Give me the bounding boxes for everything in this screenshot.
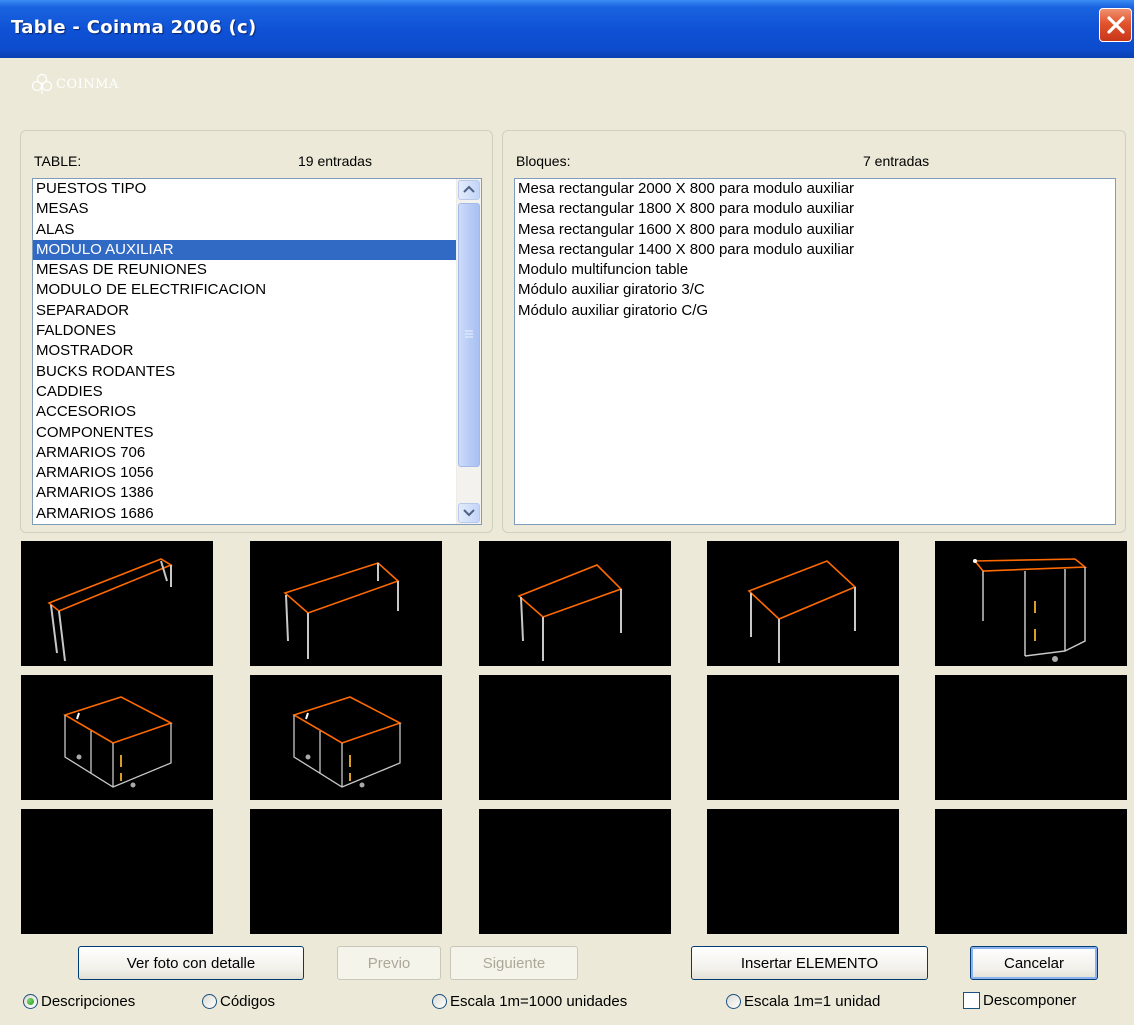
table-scrollbar[interactable] [456, 179, 481, 524]
escala-1000-label: Escala 1m=1000 unidades [450, 993, 628, 1010]
siguiente-button[interactable]: Siguiente [450, 946, 578, 980]
table-count: 19 entradas [298, 153, 372, 169]
table-list-item[interactable]: ALAS [33, 220, 457, 240]
escala-1000-radio[interactable]: Escala 1m=1000 unidades [432, 993, 627, 1010]
grip-icon [465, 330, 473, 338]
descomponer-checkbox[interactable]: Descomponer [963, 992, 1076, 1009]
bloques-list-item[interactable]: Mesa rectangular 2000 X 800 para modulo … [515, 179, 1115, 199]
table-list-item[interactable]: CADDIES [33, 382, 457, 402]
scroll-up-button[interactable] [458, 180, 480, 200]
previo-button[interactable]: Previo [337, 946, 441, 980]
preview-thumbnail[interactable] [479, 809, 671, 934]
table-list-item[interactable]: ARMARIOS 1686 [33, 504, 457, 524]
bloques-count: 7 entradas [863, 153, 930, 169]
escala-1-radio[interactable]: Escala 1m=1 unidad [726, 993, 880, 1010]
close-button[interactable] [1099, 8, 1132, 42]
furniture-drawing [63, 696, 174, 788]
checkbox-unchecked-icon [963, 992, 980, 1009]
descomponer-label: Descomponer [983, 992, 1077, 1009]
title-bar[interactable]: Table - Coinma 2006 (c) [0, 0, 1134, 58]
table-list-item[interactable]: ACCESORIOS [33, 402, 457, 422]
preview-thumbnail[interactable] [707, 675, 899, 800]
bloques-list-item[interactable]: Modulo multifuncion table [515, 260, 1115, 280]
escala-1-label: Escala 1m=1 unidad [744, 993, 881, 1010]
furniture-drawing [973, 558, 1088, 662]
preview-thumbnail[interactable] [21, 675, 213, 800]
furniture-drawing [747, 560, 857, 663]
preview-thumbnail[interactable] [479, 675, 671, 800]
table-list-item[interactable]: MOSTRADOR [33, 341, 457, 361]
bloques-list-item[interactable]: Mesa rectangular 1600 X 800 para modulo … [515, 220, 1115, 240]
furniture-drawing [517, 564, 623, 661]
codigos-radio[interactable]: Códigos [202, 993, 275, 1010]
preview-thumbnail[interactable] [21, 809, 213, 934]
table-listbox[interactable]: PUESTOS TIPO MESAS ALAS MODULO AUXILIAR MESA… [32, 178, 482, 525]
bloques-list-item[interactable]: Módulo auxiliar giratorio C/G [515, 301, 1115, 321]
table-list-item[interactable]: PUESTOS TIPO [33, 179, 457, 199]
table-list-item[interactable]: MESAS DE REUNIONES [33, 260, 457, 280]
radio-selected-icon [23, 994, 38, 1009]
dialog-window: Table - Coinma 2006 (c) COINMA TABLE: 19… [0, 0, 1134, 1025]
furniture-drawing [292, 696, 403, 788]
preview-thumbnail[interactable] [21, 541, 213, 666]
bloques-list-item[interactable]: Mesa rectangular 1800 X 800 para modulo … [515, 199, 1115, 219]
preview-thumbnail[interactable] [935, 809, 1127, 934]
radio-empty-icon [432, 994, 447, 1009]
codigos-label: Códigos [220, 993, 276, 1010]
insertar-button[interactable]: Insertar ELEMENTO [691, 946, 928, 980]
radio-empty-icon [726, 994, 741, 1009]
window-title: Table - Coinma 2006 (c) [11, 17, 257, 38]
descripciones-label: Descripciones [41, 993, 136, 1010]
descripciones-radio[interactable]: Descripciones [23, 993, 135, 1010]
bloques-listbox[interactable]: Mesa rectangular 2000 X 800 para modulo … [514, 178, 1116, 525]
radio-empty-icon [202, 994, 217, 1009]
close-icon [1107, 16, 1125, 34]
table-list-item[interactable]: ARMARIOS 1386 [33, 483, 457, 503]
chevron-down-icon [463, 509, 475, 517]
coinma-logo: COINMA [30, 72, 119, 96]
scroll-thumb[interactable] [458, 203, 480, 467]
table-list-item[interactable]: ARMARIOS 706 [33, 443, 457, 463]
chevron-up-icon [463, 185, 475, 193]
table-label: TABLE: [34, 153, 82, 169]
table-list-item[interactable]: COMPONENTES [33, 423, 457, 443]
bloques-list-item[interactable]: Mesa rectangular 1400 X 800 para modulo … [515, 240, 1115, 260]
preview-thumbnail[interactable] [935, 675, 1127, 800]
table-list-item[interactable]: FALDONES [33, 321, 457, 341]
preview-thumbnail[interactable] [250, 541, 442, 666]
ver-foto-button[interactable]: Ver foto con detalle [78, 946, 304, 980]
bloques-list-item[interactable]: Módulo auxiliar giratorio 3/C [515, 280, 1115, 300]
clover-logo-icon [31, 73, 53, 94]
preview-thumbnail[interactable] [935, 541, 1127, 666]
preview-thumbnail[interactable] [250, 809, 442, 934]
cancelar-button[interactable]: Cancelar [970, 946, 1098, 980]
bloques-label: Bloques: [516, 153, 571, 169]
scroll-down-button[interactable] [458, 503, 480, 523]
table-list-item[interactable]: SEPARADOR [33, 301, 457, 321]
table-list-item[interactable]: MODULO AUXILIAR [33, 239, 457, 261]
furniture-drawing [47, 558, 173, 662]
logo-text: COINMA [56, 76, 119, 92]
table-list-item[interactable]: MODULO DE ELECTRIFICACION [33, 280, 457, 300]
furniture-drawing [283, 562, 400, 659]
preview-thumbnail[interactable] [479, 541, 671, 666]
table-list-item[interactable]: ARMARIOS 1056 [33, 463, 457, 483]
preview-thumbnail[interactable] [707, 541, 899, 666]
preview-thumbnail[interactable] [707, 809, 899, 934]
table-list-item[interactable]: BUCKS RODANTES [33, 362, 457, 382]
table-list-item[interactable]: MESAS [33, 199, 457, 219]
preview-thumbnail[interactable] [250, 675, 442, 800]
